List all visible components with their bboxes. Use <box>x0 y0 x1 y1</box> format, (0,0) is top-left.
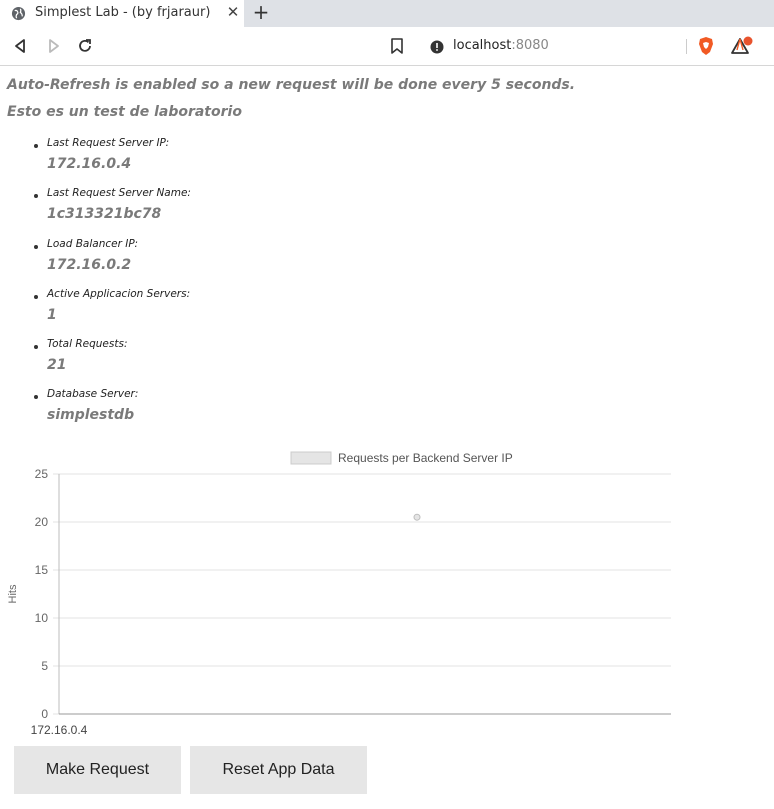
bookmark-icon[interactable] <box>390 37 404 55</box>
legend-swatch <box>290 451 332 465</box>
info-value: simplestdb <box>47 407 135 423</box>
back-icon[interactable] <box>12 37 30 55</box>
autorefresh-message: Auto-Refresh is enabled so a new request… <box>7 77 576 93</box>
page-content: Auto-Refresh is enabled so a new request… <box>0 66 774 809</box>
url-port: :8080 <box>511 38 549 53</box>
site-info-icon[interactable] <box>430 39 444 54</box>
info-item-load-balancer-ip: Load Balancer IP: 172.16.0.2 <box>0 238 400 288</box>
y-tick-label: 5 <box>41 659 48 673</box>
url-text: localhost:8080 <box>453 38 549 53</box>
info-value: 1 <box>47 307 57 323</box>
info-value: 172.16.0.4 <box>47 156 132 172</box>
info-label: Active Applicacion Servers: <box>47 288 191 300</box>
info-item-last-request-ip: Last Request Server IP: 172.16.0.4 <box>0 137 400 187</box>
browser-toolbar: localhost:8080 <box>0 27 774 66</box>
y-tick-label: 15 <box>35 563 49 577</box>
info-item-database-server: Database Server: simplestdb <box>0 388 400 438</box>
info-label: Total Requests: <box>47 338 128 350</box>
info-item-total-requests: Total Requests: 21 <box>0 338 400 388</box>
info-item-last-request-name: Last Request Server Name: 1c313321bc78 <box>0 187 400 237</box>
info-label: Load Balancer IP: <box>47 238 139 250</box>
page-subtitle: Esto es un test de laboratorio <box>7 104 242 120</box>
tab-title: Simplest Lab - (by frjaraur) <box>35 5 211 20</box>
brave-rewards-icon[interactable] <box>731 36 753 56</box>
y-axis-title: Hits <box>7 584 19 603</box>
info-value: 21 <box>47 357 67 373</box>
bullet <box>34 245 38 249</box>
y-tick-label: 20 <box>35 515 49 529</box>
url-host: localhost <box>453 38 512 53</box>
bullet <box>34 345 38 349</box>
toolbar-divider <box>686 39 687 54</box>
bullet <box>34 395 38 399</box>
reload-icon[interactable] <box>76 37 94 55</box>
address-bar[interactable]: localhost:8080 <box>418 33 686 59</box>
globe-icon <box>11 6 26 21</box>
reset-app-data-button[interactable]: Reset App Data <box>190 746 367 794</box>
bullet <box>34 295 38 299</box>
browser-tab[interactable]: Simplest Lab - (by frjaraur) ✕ <box>0 0 244 27</box>
info-value: 1c313321bc78 <box>47 206 162 222</box>
make-request-button[interactable]: Make Request <box>14 746 181 794</box>
data-point <box>413 513 421 521</box>
requests-chart: 0 5 10 15 20 25 Hits 172.16.0.4 Requests per Bac… <box>7 451 671 737</box>
y-tick-label: 10 <box>35 611 49 625</box>
y-tick-label: 25 <box>35 467 49 481</box>
brave-shields-icon[interactable] <box>697 36 715 56</box>
legend-label: Requests per Backend Server IP <box>338 451 513 465</box>
info-value: 172.16.0.2 <box>47 257 132 273</box>
new-tab-button[interactable]: + <box>251 1 271 23</box>
tab-bar: Simplest Lab - (by frjaraur) ✕ + <box>0 0 774 27</box>
bullet <box>34 144 38 148</box>
info-label: Database Server: <box>47 388 139 400</box>
close-tab-icon[interactable]: ✕ <box>224 3 242 21</box>
info-label: Last Request Server IP: <box>47 137 170 149</box>
info-label: Last Request Server Name: <box>47 187 191 199</box>
x-tick-label: 172.16.0.4 <box>31 723 88 737</box>
y-tick-label: 0 <box>41 707 48 721</box>
forward-icon[interactable] <box>44 37 62 55</box>
info-item-active-servers: Active Applicacion Servers: 1 <box>0 288 400 338</box>
bullet <box>34 194 38 198</box>
